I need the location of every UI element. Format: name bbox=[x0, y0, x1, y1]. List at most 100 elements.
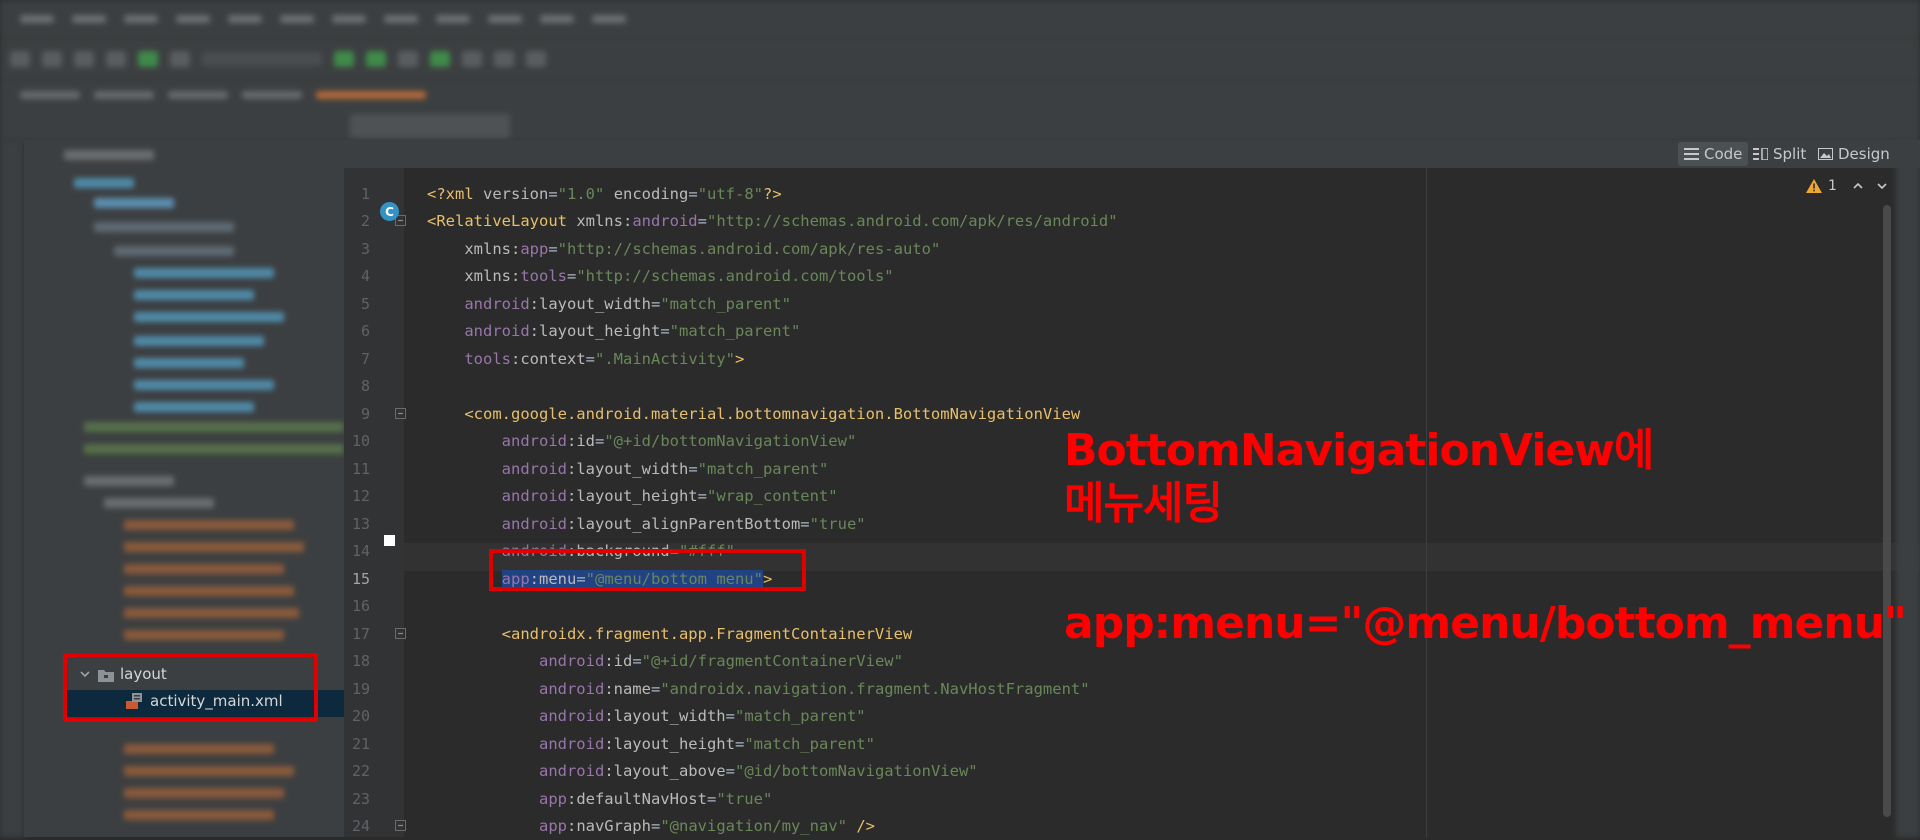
code-line[interactable]: 5 android:layout_width="match_parent" bbox=[344, 290, 1834, 318]
project-tree-highlight-box bbox=[63, 653, 318, 722]
blurred-tree-row bbox=[124, 766, 294, 776]
fold-toggle-icon[interactable] bbox=[395, 407, 406, 419]
code-line[interactable]: 22 android:layout_above="@id/bottomNavig… bbox=[344, 757, 1834, 785]
code-token: android bbox=[538, 652, 605, 670]
tab-activity-main[interactable] bbox=[350, 114, 510, 138]
line-number: 10 bbox=[351, 432, 370, 450]
code-text: android:id="@+id/bottomNavigationView" bbox=[427, 432, 857, 450]
code-text: <androidx.fragment.app.FragmentContainer… bbox=[427, 625, 913, 643]
code-line[interactable]: 20 android:layout_width="match_parent" bbox=[344, 702, 1834, 730]
code-line[interactable]: 4 xmlns:tools="http://schemas.android.co… bbox=[344, 262, 1834, 290]
code-text: android:layout_height="match_parent" bbox=[427, 322, 800, 340]
menu-bar bbox=[0, 0, 1920, 38]
line-number: 16 bbox=[351, 597, 370, 615]
line-number: 6 bbox=[360, 322, 370, 340]
code-line[interactable]: 23 app:defaultNavHost="true" bbox=[344, 785, 1834, 813]
code-token: = bbox=[697, 487, 707, 505]
blurred-tree-row bbox=[64, 150, 154, 160]
code-line[interactable]: 3 xmlns:app="http://schemas.android.com/… bbox=[344, 235, 1834, 263]
code-text: android:layout_height="match_parent" bbox=[427, 735, 875, 753]
right-tool-strip bbox=[1896, 140, 1920, 837]
code-line[interactable]: 21 android:layout_height="match_parent" bbox=[344, 730, 1834, 758]
split-view-button[interactable]: Split bbox=[1747, 142, 1812, 166]
code-token: :context bbox=[511, 349, 586, 368]
left-tool-strip bbox=[0, 140, 24, 837]
code-view-button[interactable]: Code bbox=[1678, 142, 1749, 166]
blurred-tree-row bbox=[94, 198, 174, 208]
code-text: <com.google.android.material.bottomnavig… bbox=[427, 405, 1080, 423]
line-number: 21 bbox=[351, 734, 370, 753]
annotation-subtitle: 메뉴세팅 bbox=[1064, 478, 1223, 529]
inspection-count: 1 bbox=[1828, 178, 1837, 194]
code-line[interactable]: 24 app:navGraph="@navigation/my_nav" /> bbox=[344, 812, 1834, 840]
blurred-tree-row bbox=[124, 630, 284, 640]
code-text: xmlns:app="http://schemas.android.com/ap… bbox=[427, 240, 940, 258]
code-line[interactable]: 8 bbox=[344, 372, 1834, 400]
code-token: :layout_height bbox=[604, 734, 735, 753]
code-token: "match_parent" bbox=[660, 294, 791, 313]
code-token: = bbox=[800, 514, 810, 533]
project-tree-blurred bbox=[24, 140, 344, 837]
code-token: :defaultNavHost bbox=[566, 789, 707, 808]
code-line[interactable]: 7 tools:context=".MainActivity"> bbox=[344, 345, 1834, 373]
line-number: 15 bbox=[351, 569, 370, 588]
code-token: ".MainActivity" bbox=[595, 349, 735, 368]
code-line[interactable]: 18 android:id="@+id/fragmentContainerVie… bbox=[344, 647, 1834, 675]
code-token: :navGraph bbox=[566, 817, 651, 835]
code-token: "true" bbox=[716, 789, 773, 808]
code-text: xmlns:tools="http://schemas.android.com/… bbox=[427, 267, 893, 285]
chevron-up-icon[interactable] bbox=[1851, 179, 1865, 193]
code-token: android bbox=[464, 322, 530, 340]
code-text: tools:context=".MainActivity"> bbox=[427, 350, 744, 368]
line-number: 7 bbox=[360, 349, 370, 368]
blurred-tree-row bbox=[134, 290, 254, 300]
code-token: = bbox=[585, 349, 595, 368]
line-number: 9 bbox=[360, 404, 370, 423]
code-token: = bbox=[688, 459, 698, 478]
blurred-tree-row bbox=[104, 498, 214, 508]
code-token: "@navigation/my_nav" bbox=[660, 817, 847, 835]
blurred-tree-row bbox=[134, 336, 264, 346]
code-token: "http://schemas.android.com/apk/res-auto… bbox=[557, 239, 941, 258]
line-number: 5 bbox=[360, 294, 370, 313]
annotation-title: BottomNavigationView에 bbox=[1064, 425, 1654, 476]
code-token: = bbox=[660, 322, 670, 340]
design-view-button[interactable]: Design bbox=[1812, 142, 1896, 166]
code-token: android bbox=[538, 707, 605, 725]
fold-toggle-icon[interactable] bbox=[395, 820, 406, 832]
code-line[interactable]: 1 <?xml version="1.0" encoding="utf-8"?> bbox=[344, 180, 1834, 208]
blurred-tree-row bbox=[124, 744, 274, 754]
class-gutter-icon[interactable]: C bbox=[380, 202, 399, 221]
code-token: <com.google.android.material.bottomnavig… bbox=[464, 404, 1081, 423]
code-token: :layout_width bbox=[529, 294, 651, 313]
chevron-down-icon[interactable] bbox=[1875, 179, 1889, 193]
code-token: "1.0" bbox=[557, 184, 605, 203]
code-line[interactable]: 19 android:name="androidx.navigation.fra… bbox=[344, 675, 1834, 703]
code-token: = bbox=[548, 239, 558, 258]
blurred-tree-row bbox=[74, 178, 134, 188]
inspection-widget[interactable]: 1 bbox=[1806, 178, 1889, 194]
fold-toggle-icon[interactable] bbox=[395, 627, 406, 639]
code-line[interactable]: 2 <RelativeLayout xmlns:android="http://s… bbox=[344, 207, 1834, 235]
line-number: 13 bbox=[351, 514, 370, 533]
code-token: "@+id/bottomNavigationView" bbox=[604, 432, 857, 450]
blurred-tree-row bbox=[124, 586, 294, 596]
editor-scrollbar[interactable] bbox=[1883, 205, 1891, 817]
code-line[interactable]: 9 <com.google.android.material.bottomnav… bbox=[344, 400, 1834, 428]
blurred-tree-row bbox=[124, 788, 284, 798]
blurred-tree-row bbox=[134, 402, 254, 412]
blurred-tree-row bbox=[124, 564, 284, 574]
color-swatch-icon[interactable] bbox=[384, 535, 395, 546]
code-text: android:layout_above="@id/bottomNavigati… bbox=[427, 762, 978, 780]
code-token: "@+id/fragmentContainerView" bbox=[641, 652, 903, 670]
code-token: :layout_alignParentBottom bbox=[566, 514, 801, 533]
code-line[interactable]: 6 android:layout_height="match_parent" bbox=[344, 317, 1834, 345]
